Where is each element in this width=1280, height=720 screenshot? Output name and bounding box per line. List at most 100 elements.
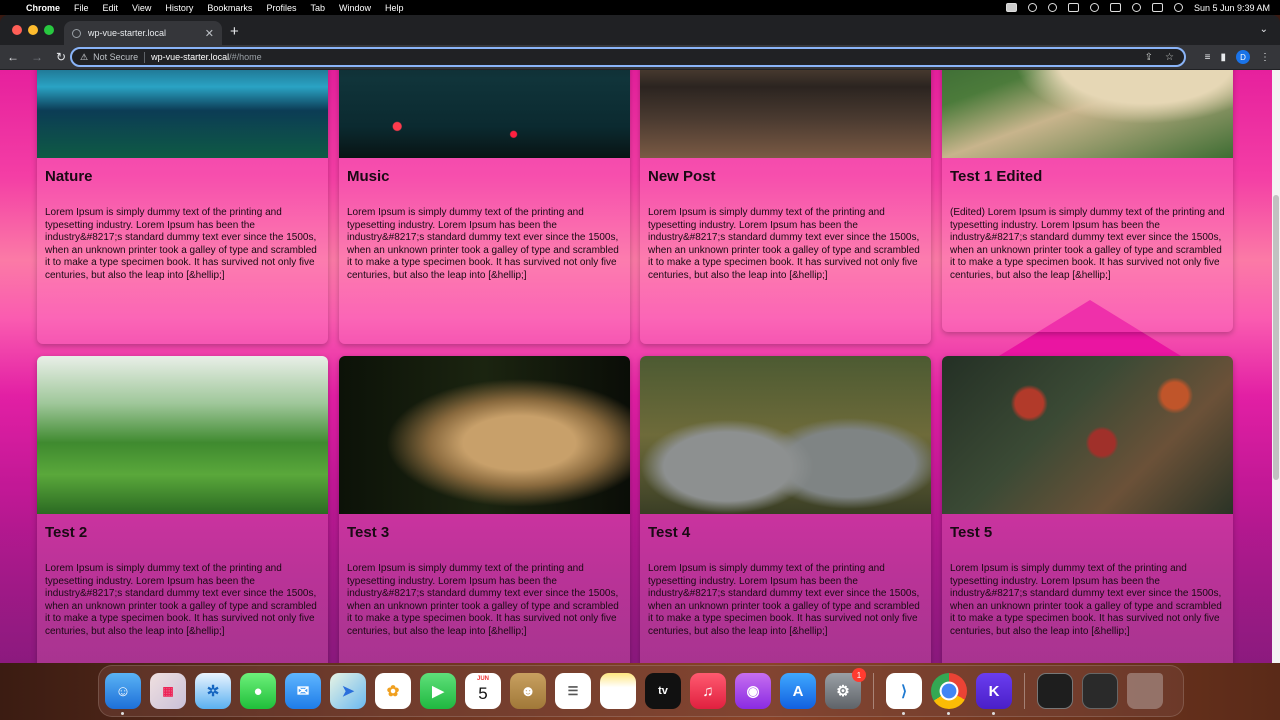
post-title[interactable]: New Post (640, 158, 931, 185)
post-image[interactable] (942, 356, 1233, 514)
photos-icon[interactable]: ✿ (375, 673, 411, 709)
maps-icon[interactable]: ➤ (330, 673, 366, 709)
post-excerpt: Lorem Ipsum is simply dummy text of the … (347, 563, 619, 637)
kinsta-label: K (988, 682, 1000, 700)
trash-icon[interactable] (1127, 673, 1163, 709)
post-image[interactable] (640, 356, 931, 514)
globe-icon (72, 28, 81, 38)
kinsta-status-icon[interactable] (1005, 3, 1017, 12)
back-button[interactable]: ← (6, 50, 20, 64)
post-excerpt: Lorem Ipsum is simply dummy text of the … (45, 207, 317, 281)
window-controls (0, 25, 54, 35)
contacts-icon[interactable]: ☻ (510, 673, 546, 709)
launchpad-icon[interactable]: ▦ (150, 673, 186, 709)
post-card-nature[interactable]: Nature Lorem Ipsum is simply dummy text … (37, 70, 328, 344)
tab-active[interactable]: wp-vue-starter.local ✕ (64, 21, 222, 45)
page-scrollbar[interactable] (1272, 70, 1280, 663)
mail-icon[interactable]: ✉ (285, 673, 321, 709)
menu-history[interactable]: History (165, 3, 193, 13)
post-card-test-3[interactable]: Test 3 Lorem Ipsum is simply dummy text … (339, 356, 630, 663)
kinsta-icon[interactable]: K (976, 673, 1012, 715)
system-preferences-icon[interactable]: ⚙ 1 (825, 668, 866, 709)
menu-edit[interactable]: Edit (103, 3, 119, 13)
macos-menubar: Chrome File Edit View History Bookmarks … (0, 0, 1280, 15)
scrollbar-thumb[interactable] (1273, 195, 1279, 480)
post-title[interactable]: Test 2 (37, 514, 328, 541)
terminal-window-thumbnail[interactable] (1037, 673, 1073, 709)
side-panel-icon[interactable]: ▮ (1220, 52, 1226, 63)
menubar-clock[interactable]: Sun 5 Jun 9:39 AM (1194, 3, 1270, 13)
post-title[interactable]: Music (339, 158, 630, 185)
post-card-test-4[interactable]: Test 4 Lorem Ipsum is simply dummy text … (640, 356, 931, 663)
post-card-new-post[interactable]: New Post Lorem Ipsum is simply dummy tex… (640, 70, 931, 344)
input-source-icon[interactable] (1109, 3, 1121, 12)
post-image[interactable] (942, 70, 1233, 158)
warning-icon[interactable]: ⚠ (80, 52, 88, 63)
menu-view[interactable]: View (132, 3, 151, 13)
zoom-window-button[interactable] (44, 25, 54, 35)
macos-dock: ☺ ▦ ✲ ● ✉ ➤ ✿ ▶ JUN 5 ☻ ☰ tv ♫ ◉ A ⚙ 1 ⟩ … (98, 665, 1184, 717)
audio-status-icon[interactable] (1027, 3, 1037, 12)
apple-tv-icon[interactable]: tv (645, 673, 681, 709)
post-image[interactable] (339, 70, 630, 158)
app-store-icon[interactable]: A (780, 673, 816, 709)
menu-help[interactable]: Help (385, 3, 404, 13)
post-card-test-1-edited[interactable]: Test 1 Edited (Edited) Lorem Ipsum is si… (942, 70, 1233, 332)
reminders-icon[interactable]: ☰ (555, 673, 591, 709)
menu-file[interactable]: File (74, 3, 89, 13)
chrome-window-thumbnail[interactable] (1082, 673, 1118, 709)
new-tab-button[interactable]: + (230, 23, 239, 40)
calendar-icon[interactable]: JUN 5 (465, 673, 501, 709)
calendar-day: 5 (478, 684, 488, 703)
calendar-month: JUN (476, 676, 489, 682)
finder-icon[interactable]: ☺ (105, 673, 141, 715)
more-menu-icon[interactable]: ⋮ (1260, 52, 1270, 63)
forward-button[interactable]: → (30, 50, 44, 64)
post-title[interactable]: Nature (37, 158, 328, 185)
chrome-icon[interactable] (931, 673, 967, 715)
messages-icon[interactable]: ● (240, 673, 276, 709)
menu-app-name[interactable]: Chrome (26, 3, 60, 13)
post-title[interactable]: Test 4 (640, 514, 931, 541)
notes-icon[interactable] (600, 673, 636, 709)
battery-icon[interactable] (1067, 3, 1079, 12)
siri-icon[interactable] (1173, 3, 1183, 12)
post-card-music[interactable]: Music Lorem Ipsum is simply dummy text o… (339, 70, 630, 344)
post-image[interactable] (640, 70, 931, 158)
profile-avatar[interactable]: D (1236, 50, 1250, 64)
toolbar-right: ≡ ▮ D ⋮ (1205, 50, 1270, 64)
music-icon[interactable]: ♫ (690, 673, 726, 709)
minimize-window-button[interactable] (28, 25, 38, 35)
post-title[interactable]: Test 3 (339, 514, 630, 541)
wifi-icon[interactable] (1089, 3, 1099, 12)
url-host: wp-vue-starter.local (151, 52, 230, 62)
spotlight-search-icon[interactable] (1131, 3, 1141, 12)
post-title[interactable]: Test 1 Edited (942, 158, 1233, 185)
post-card-test-2[interactable]: Test 2 Lorem Ipsum is simply dummy text … (37, 356, 328, 663)
tab-search-chevron-icon[interactable]: ⌄ (1260, 24, 1268, 35)
control-center-icon[interactable] (1151, 3, 1163, 12)
menu-tab[interactable]: Tab (310, 3, 325, 13)
menu-profiles[interactable]: Profiles (266, 3, 296, 13)
menu-window[interactable]: Window (339, 3, 371, 13)
menu-bookmarks[interactable]: Bookmarks (207, 3, 252, 13)
safari-icon[interactable]: ✲ (195, 673, 231, 709)
address-bar[interactable]: ⚠ Not Secure wp-vue-starter.local /#/hom… (70, 47, 1186, 67)
reload-button[interactable]: ↻ (54, 50, 68, 64)
post-image[interactable] (37, 356, 328, 514)
post-card-test-5[interactable]: Test 5 Lorem Ipsum is simply dummy text … (942, 356, 1233, 663)
share-icon[interactable]: ⇪ (1145, 52, 1153, 63)
post-title[interactable]: Test 5 (942, 514, 1233, 541)
close-window-button[interactable] (12, 25, 22, 35)
podcasts-icon[interactable]: ◉ (735, 673, 771, 709)
bookmark-star-icon[interactable]: ☆ (1165, 52, 1174, 63)
close-tab-icon[interactable]: ✕ (205, 27, 214, 40)
post-excerpt: Lorem Ipsum is simply dummy text of the … (45, 563, 317, 637)
media-play-icon[interactable] (1047, 3, 1057, 12)
vscode-icon[interactable]: ⟩ (886, 673, 922, 715)
facetime-icon[interactable]: ▶ (420, 673, 456, 709)
security-label[interactable]: Not Secure (93, 52, 138, 62)
reading-list-icon[interactable]: ≡ (1205, 52, 1211, 63)
post-image[interactable] (339, 356, 630, 514)
post-image[interactable] (37, 70, 328, 158)
